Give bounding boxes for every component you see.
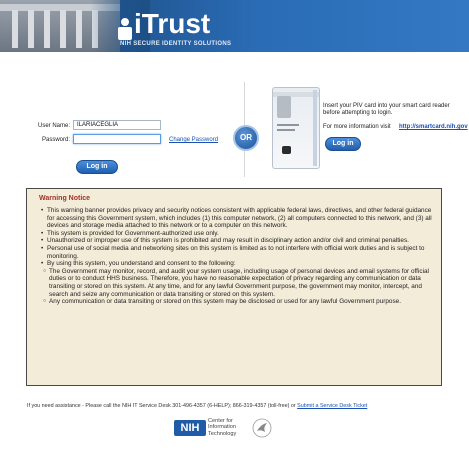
change-password-link[interactable]: Change Password <box>169 137 218 143</box>
nih-logo: NIH <box>174 420 206 436</box>
warning-item: Personal use of social media and network… <box>41 245 433 260</box>
login-button[interactable]: Log in <box>76 160 118 174</box>
footer-help-text: If you need assistance - Please call the… <box>27 403 296 409</box>
cit-line: Information <box>208 424 236 431</box>
username-label: User Name: <box>37 123 70 129</box>
smartcard-info-link[interactable]: http://smartcard.nih.gov <box>399 124 468 130</box>
cit-logo-text: Center for Information Technology <box>208 418 236 437</box>
warning-item: By using this system, you understand and… <box>41 260 433 268</box>
warning-sub-list: The Government may monitor, record, and … <box>35 268 433 306</box>
itrust-logo-icon <box>118 18 132 40</box>
piv-login-button[interactable]: Log in <box>325 137 361 151</box>
piv-instruction-line1: Insert your PIV card into your smart car… <box>323 103 450 109</box>
warning-item: This system is provided for Government-a… <box>41 230 433 238</box>
warning-list: This warning banner provides privacy and… <box>35 207 433 268</box>
piv-instruction-line2: before attempting to login. <box>323 110 393 116</box>
warning-sub-item: The Government may monitor, record, and … <box>43 268 433 298</box>
or-badge: OR <box>233 125 259 151</box>
warning-item: Unauthorized or improper use of this sys… <box>41 237 433 245</box>
logo-subtitle: NIH SECURE IDENTITY SOLUTIONS <box>120 41 232 47</box>
warning-title: Warning Notice <box>39 195 91 202</box>
warning-item: This warning banner provides privacy and… <box>41 207 433 230</box>
cit-line: Technology <box>208 430 237 437</box>
warning-sub-item: Any communication or data transiting or … <box>43 298 433 306</box>
warning-notice-box: Warning Notice This warning banner provi… <box>26 188 442 386</box>
username-field[interactable] <box>73 120 161 130</box>
password-label: Password: <box>41 137 70 143</box>
logo-text: iTrust <box>134 8 211 39</box>
header-banner: iTrust NIH SECURE IDENTITY SOLUTIONS <box>0 0 469 52</box>
password-field[interactable] <box>73 134 161 144</box>
hhs-eagle-icon <box>252 418 272 438</box>
footer-help: If you need assistance - Please call the… <box>27 403 367 409</box>
piv-card-image <box>272 87 320 169</box>
submit-ticket-link[interactable]: Submit a Service Desk Ticket <box>297 403 367 409</box>
piv-more-info-text: For more information visit <box>323 124 391 130</box>
